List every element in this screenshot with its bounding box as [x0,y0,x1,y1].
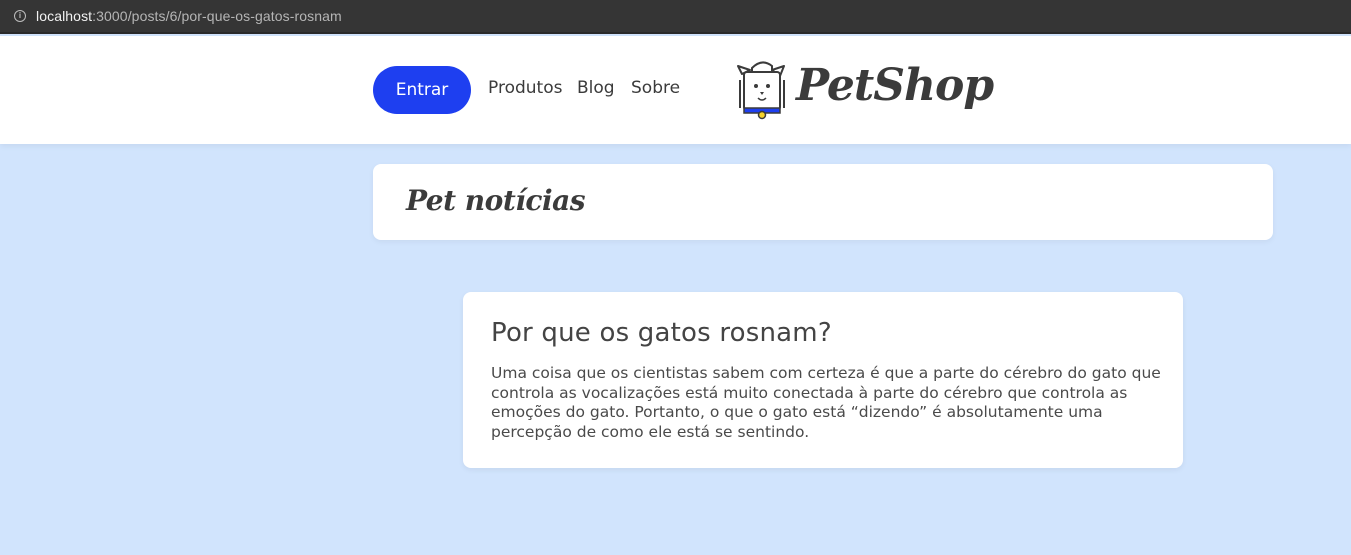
nav-link-produtos[interactable]: Produtos [488,78,562,98]
site-header: Entrar Produtos Blog Sobre PetShop [0,36,1351,144]
nav-link-sobre[interactable]: Sobre [631,78,680,98]
login-button[interactable]: Entrar [373,66,471,114]
browser-address-bar[interactable]: i localhost:3000/posts/6/por-que-os-gato… [0,0,1351,34]
dog-logo-icon [737,61,785,120]
nav-link-blog[interactable]: Blog [577,78,615,98]
post-title: Por que os gatos rosnam? [491,318,832,348]
page-title: Pet notícias [406,184,586,217]
logo[interactable]: PetShop [736,60,994,126]
url-host: localhost [36,8,93,24]
post-body: Uma coisa que os cientistas sabem com ce… [491,364,1161,441]
site-info-icon[interactable]: i [14,10,26,22]
url-text[interactable]: localhost:3000/posts/6/por-que-os-gatos-… [36,8,342,24]
page-title-card: Pet notícias [373,164,1273,240]
logo-text: PetShop [796,60,994,111]
post-card: Por que os gatos rosnam? Uma coisa que o… [463,292,1183,468]
url-path: :3000/posts/6/por-que-os-gatos-rosnam [92,8,342,24]
